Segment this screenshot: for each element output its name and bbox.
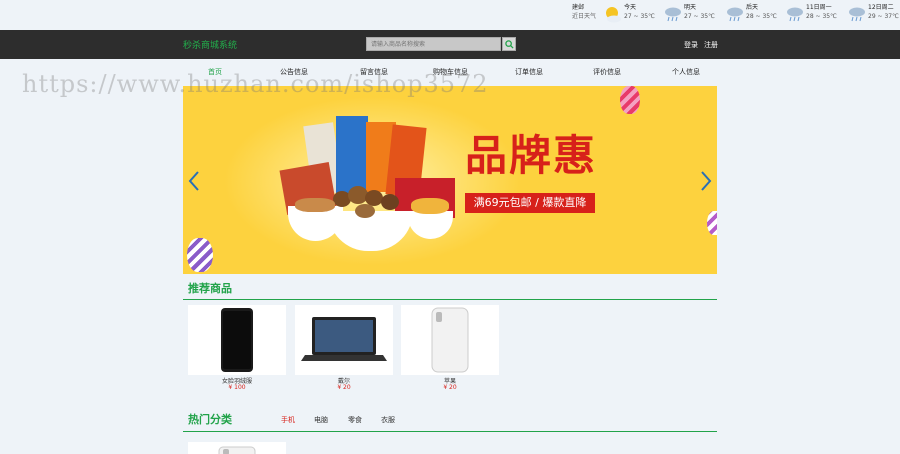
weather-day-name: 今天 xyxy=(624,4,637,11)
search-button[interactable] xyxy=(502,37,516,51)
category-tab-clothing[interactable]: 衣服 xyxy=(381,415,395,425)
watermark: https://www.huzhan.com/ishop3572 xyxy=(22,70,489,98)
recommended-title: 推荐商品 xyxy=(188,282,232,295)
search-input[interactable] xyxy=(366,37,501,51)
site-brand[interactable]: 秒杀商城系统 xyxy=(183,38,237,51)
product-card[interactable] xyxy=(401,305,499,375)
rain-icon xyxy=(787,7,803,22)
section-divider xyxy=(183,431,717,432)
carousel-prev-icon[interactable] xyxy=(187,170,201,192)
iphone-image xyxy=(218,446,256,454)
weather-day-name: 明天 xyxy=(684,4,697,11)
category-tab-computer[interactable]: 电脑 xyxy=(314,415,328,425)
weather-city: 建邺 近日天气 xyxy=(572,3,596,21)
nut-image xyxy=(355,204,375,218)
product-card[interactable] xyxy=(295,305,393,375)
banner-slogan: 品牌惠 xyxy=(465,131,598,180)
weather-day-name: 后天 xyxy=(746,4,759,11)
snack-bag-image xyxy=(336,116,368,196)
laptop-image xyxy=(301,317,387,361)
weather-city-name: 建邺 xyxy=(572,4,585,11)
weather-day-name: 11日周一 xyxy=(806,4,832,11)
sun-cloud-icon xyxy=(606,7,621,23)
weather-day-name: 12日周二 xyxy=(868,4,894,11)
iphone-image xyxy=(431,307,469,373)
carousel-next-icon[interactable] xyxy=(699,170,713,192)
weather-day-temp: 27 ~ 35℃ xyxy=(624,13,655,20)
weather-day-temp: 28 ~ 35℃ xyxy=(746,13,777,20)
rain-icon xyxy=(849,7,865,22)
product-price: ¥ 20 xyxy=(337,384,351,391)
login-link[interactable]: 登录 xyxy=(684,40,698,50)
weather-day-temp: 29 ~ 37℃ xyxy=(868,13,899,20)
weather-widget: 建邺 近日天气 今天 27 ~ 35℃ 明天 27 ~ 35℃ 后天 28 ~ … xyxy=(0,0,900,30)
nav-item-reviews[interactable]: 评价信息 xyxy=(593,67,621,77)
banner-promo: 满69元包邮 / 爆款直降 xyxy=(465,193,595,213)
product-card[interactable] xyxy=(188,442,286,454)
carousel-indicators xyxy=(439,263,460,274)
top-bar: 秒杀商城系统 登录 注册 xyxy=(0,30,900,59)
almond-image xyxy=(295,198,335,212)
category-tab-snacks[interactable]: 零食 xyxy=(348,415,362,425)
banner-carousel[interactable]: 品牌惠 满69元包邮 / 爆款直降 xyxy=(183,86,717,274)
weather-day-temp: 28 ~ 35℃ xyxy=(806,13,837,20)
easter-egg-decoration xyxy=(187,238,213,272)
easter-egg-decoration xyxy=(707,211,717,235)
section-divider xyxy=(183,299,717,300)
hot-categories-title: 热门分类 xyxy=(188,413,232,426)
register-link[interactable]: 注册 xyxy=(704,40,718,50)
product-price: ¥ 20 xyxy=(443,384,457,391)
chips-image xyxy=(411,198,449,214)
easter-egg-decoration xyxy=(620,86,640,114)
rain-icon xyxy=(665,7,681,22)
nav-item-orders[interactable]: 订单信息 xyxy=(515,67,543,77)
category-tab-phone[interactable]: 手机 xyxy=(281,415,295,425)
nav-item-profile[interactable]: 个人信息 xyxy=(672,67,700,77)
phone-image xyxy=(221,308,253,372)
product-price: ¥ 100 xyxy=(228,384,246,391)
search-icon xyxy=(505,40,514,49)
rain-icon xyxy=(727,7,743,22)
product-card[interactable] xyxy=(188,305,286,375)
nut-image xyxy=(381,194,399,210)
weather-day-temp: 27 ~ 35℃ xyxy=(684,13,715,20)
weather-subtitle: 近日天气 xyxy=(572,13,597,20)
